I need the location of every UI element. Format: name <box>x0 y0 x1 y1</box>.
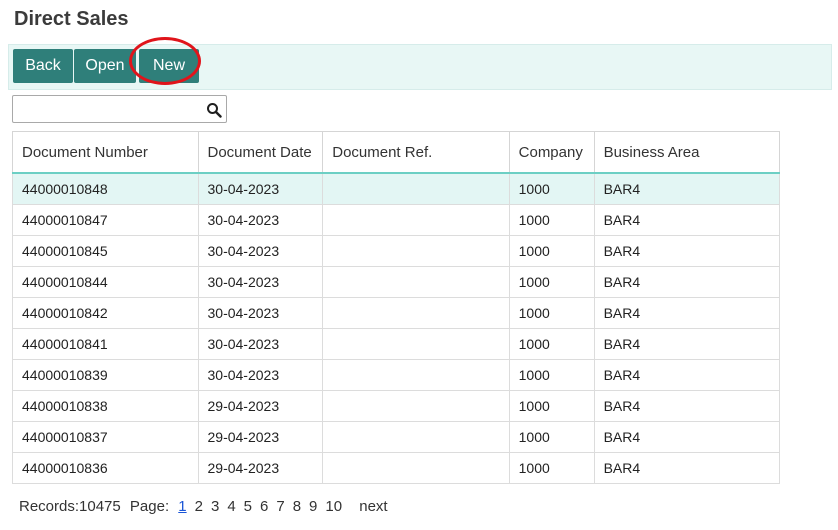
table-cell <box>322 235 510 267</box>
table-cell: 1000 <box>508 359 595 391</box>
table-cell: 44000010838 <box>12 390 199 422</box>
pagination: Records:10475 Page: 1 2 3 4 5 6 7 8 9 10 next <box>19 498 396 515</box>
table-cell: 30-04-2023 <box>197 172 324 205</box>
table-cell: 1000 <box>508 452 595 484</box>
table-cell <box>322 359 510 391</box>
table-cell <box>322 204 510 236</box>
table-cell: 29-04-2023 <box>197 390 324 422</box>
table-cell: 44000010848 <box>12 172 199 205</box>
table-cell: 30-04-2023 <box>197 359 324 391</box>
table-cell: 1000 <box>508 328 595 360</box>
back-button[interactable]: Back <box>13 49 73 83</box>
table-row[interactable]: 44000010841 30-04-2023 1000 BAR4 <box>12 328 781 360</box>
table-cell: 29-04-2023 <box>197 421 324 453</box>
table-cell: BAR4 <box>593 390 781 422</box>
table-cell <box>322 266 510 298</box>
table-cell: 29-04-2023 <box>197 452 324 484</box>
page-link-7[interactable]: 7 <box>276 498 284 515</box>
table-cell: BAR4 <box>593 172 781 205</box>
column-header-document-ref[interactable]: Document Ref. <box>322 131 510 174</box>
table-cell: 44000010842 <box>12 297 199 329</box>
table-row[interactable]: 44000010842 30-04-2023 1000 BAR4 <box>12 297 781 329</box>
table-row[interactable]: 44000010845 30-04-2023 1000 BAR4 <box>12 235 781 267</box>
documents-table: Document Number Document Date Document R… <box>12 131 781 484</box>
table-cell: BAR4 <box>593 452 781 484</box>
table-row[interactable]: 44000010836 29-04-2023 1000 BAR4 <box>12 452 781 484</box>
table-cell <box>322 390 510 422</box>
table-cell: BAR4 <box>593 235 781 267</box>
page-link-6[interactable]: 6 <box>260 498 268 515</box>
page-link-10[interactable]: 10 <box>325 498 342 515</box>
table-cell: 1000 <box>508 204 595 236</box>
table-cell <box>322 421 510 453</box>
table-row[interactable]: 44000010847 30-04-2023 1000 BAR4 <box>12 204 781 236</box>
page-link-9[interactable]: 9 <box>309 498 317 515</box>
table-cell: 44000010841 <box>12 328 199 360</box>
table-row[interactable]: 44000010848 30-04-2023 1000 BAR4 <box>12 172 781 205</box>
table-cell: 44000010847 <box>12 204 199 236</box>
page-label: Page: <box>129 498 170 515</box>
table-cell: 30-04-2023 <box>197 297 324 329</box>
column-header-document-date[interactable]: Document Date <box>197 131 324 174</box>
records-count: Records:10475 <box>19 498 121 515</box>
table-cell <box>322 172 510 205</box>
table-cell <box>322 328 510 360</box>
table-cell: BAR4 <box>593 328 781 360</box>
page-title: Direct Sales <box>14 8 129 30</box>
next-page-link[interactable]: next <box>359 498 387 515</box>
table-cell: 30-04-2023 <box>197 204 324 236</box>
table-cell: 44000010844 <box>12 266 199 298</box>
table-cell: 1000 <box>508 297 595 329</box>
column-header-business-area[interactable]: Business Area <box>593 131 781 174</box>
page-link-8[interactable]: 8 <box>293 498 301 515</box>
search-input[interactable] <box>15 98 207 122</box>
column-header-document-number[interactable]: Document Number <box>12 131 199 174</box>
table-cell: BAR4 <box>593 204 781 236</box>
page-link-4[interactable]: 4 <box>227 498 235 515</box>
table-cell: 1000 <box>508 266 595 298</box>
page-link-5[interactable]: 5 <box>244 498 252 515</box>
toolbar: Back Open New <box>8 44 832 90</box>
table-cell: 30-04-2023 <box>197 266 324 298</box>
table-cell: 44000010836 <box>12 452 199 484</box>
table-row[interactable]: 44000010839 30-04-2023 1000 BAR4 <box>12 359 781 391</box>
table-cell <box>322 452 510 484</box>
table-cell: 30-04-2023 <box>197 328 324 360</box>
table-cell: 1000 <box>508 421 595 453</box>
search-icon[interactable] <box>206 102 222 118</box>
table-row[interactable]: 44000010837 29-04-2023 1000 BAR4 <box>12 421 781 453</box>
page-link-1[interactable]: 1 <box>178 498 186 515</box>
table-row[interactable]: 44000010844 30-04-2023 1000 BAR4 <box>12 266 781 298</box>
column-header-company[interactable]: Company <box>508 131 595 174</box>
table-cell: 1000 <box>508 235 595 267</box>
table-cell: BAR4 <box>593 421 781 453</box>
table-cell: 30-04-2023 <box>197 235 324 267</box>
table-cell: 44000010845 <box>12 235 199 267</box>
table-cell: 1000 <box>508 390 595 422</box>
table-cell: 44000010839 <box>12 359 199 391</box>
table-header-row: Document Number Document Date Document R… <box>12 131 781 174</box>
new-button[interactable]: New <box>139 49 199 83</box>
table-cell: 1000 <box>508 172 595 205</box>
table-cell <box>322 297 510 329</box>
page-link-3[interactable]: 3 <box>211 498 219 515</box>
table-cell: 44000010837 <box>12 421 199 453</box>
table-cell: BAR4 <box>593 297 781 329</box>
search-box <box>12 95 227 123</box>
page-link-2[interactable]: 2 <box>195 498 203 515</box>
table-row[interactable]: 44000010838 29-04-2023 1000 BAR4 <box>12 390 781 422</box>
table-cell: BAR4 <box>593 266 781 298</box>
open-button[interactable]: Open <box>74 49 136 83</box>
table-cell: BAR4 <box>593 359 781 391</box>
